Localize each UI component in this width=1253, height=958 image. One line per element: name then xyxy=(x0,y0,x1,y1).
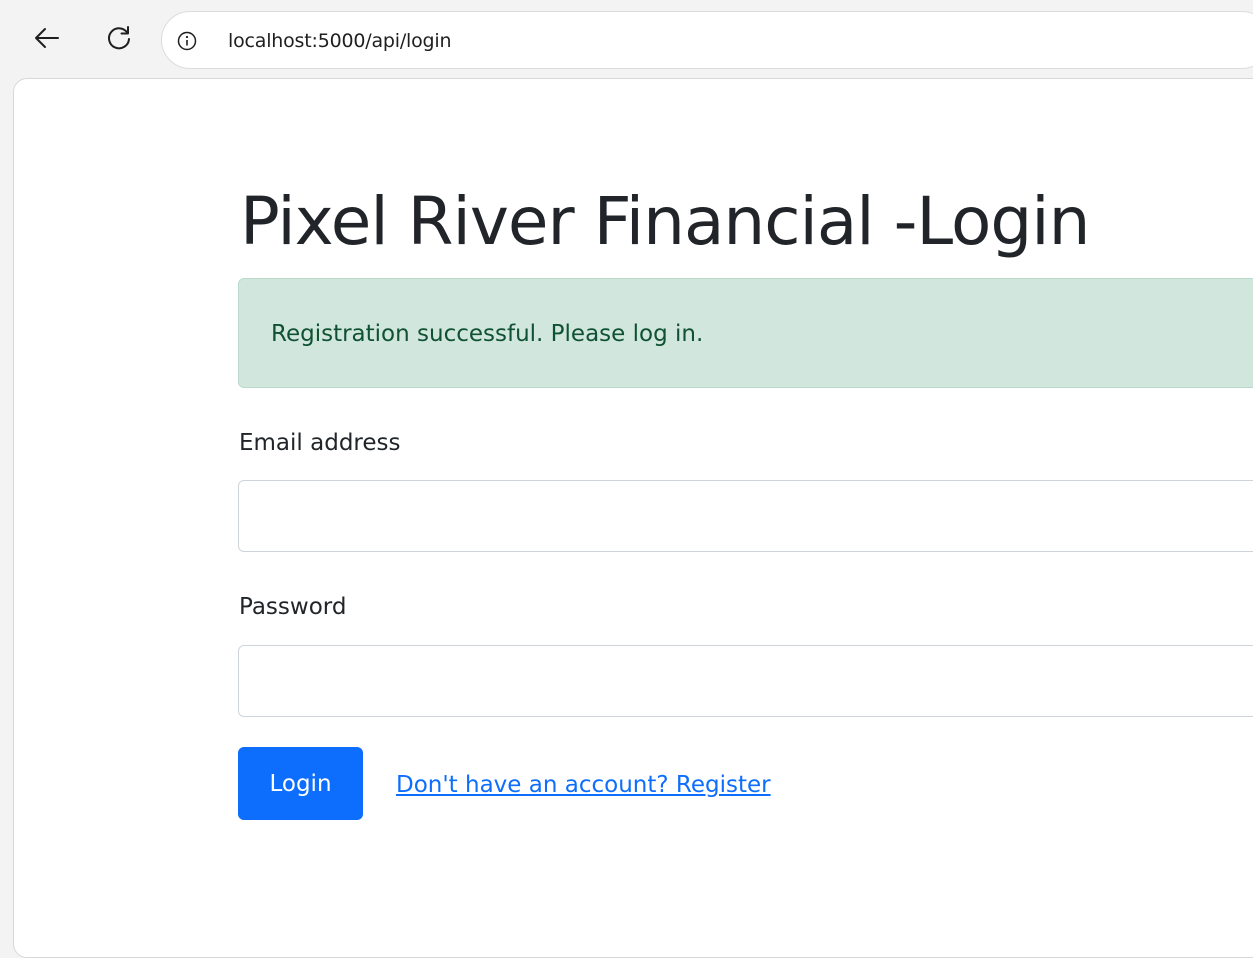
back-button[interactable] xyxy=(31,20,63,60)
login-button[interactable]: Login xyxy=(238,747,363,820)
reload-button[interactable] xyxy=(103,20,135,60)
address-bar[interactable]: localhost:5000/api/login xyxy=(161,11,1253,69)
alert-message: Registration successful. Please log in. xyxy=(271,321,704,347)
password-label: Password xyxy=(239,594,347,620)
browser-toolbar: localhost:5000/api/login xyxy=(0,0,1253,80)
email-input[interactable] xyxy=(238,480,1253,552)
info-icon[interactable] xyxy=(176,30,198,52)
email-label: Email address xyxy=(239,430,401,456)
page-title: Pixel River Financial -Login xyxy=(240,183,1090,260)
reload-icon xyxy=(105,24,133,57)
success-alert: Registration successful. Please log in. xyxy=(238,278,1253,388)
page-viewport: Pixel River Financial -Login Registratio… xyxy=(13,78,1253,958)
password-input[interactable] xyxy=(238,645,1253,717)
back-arrow-icon xyxy=(32,23,62,58)
url-text[interactable]: localhost:5000/api/login xyxy=(228,30,452,52)
register-link[interactable]: Don't have an account? Register xyxy=(396,772,771,798)
